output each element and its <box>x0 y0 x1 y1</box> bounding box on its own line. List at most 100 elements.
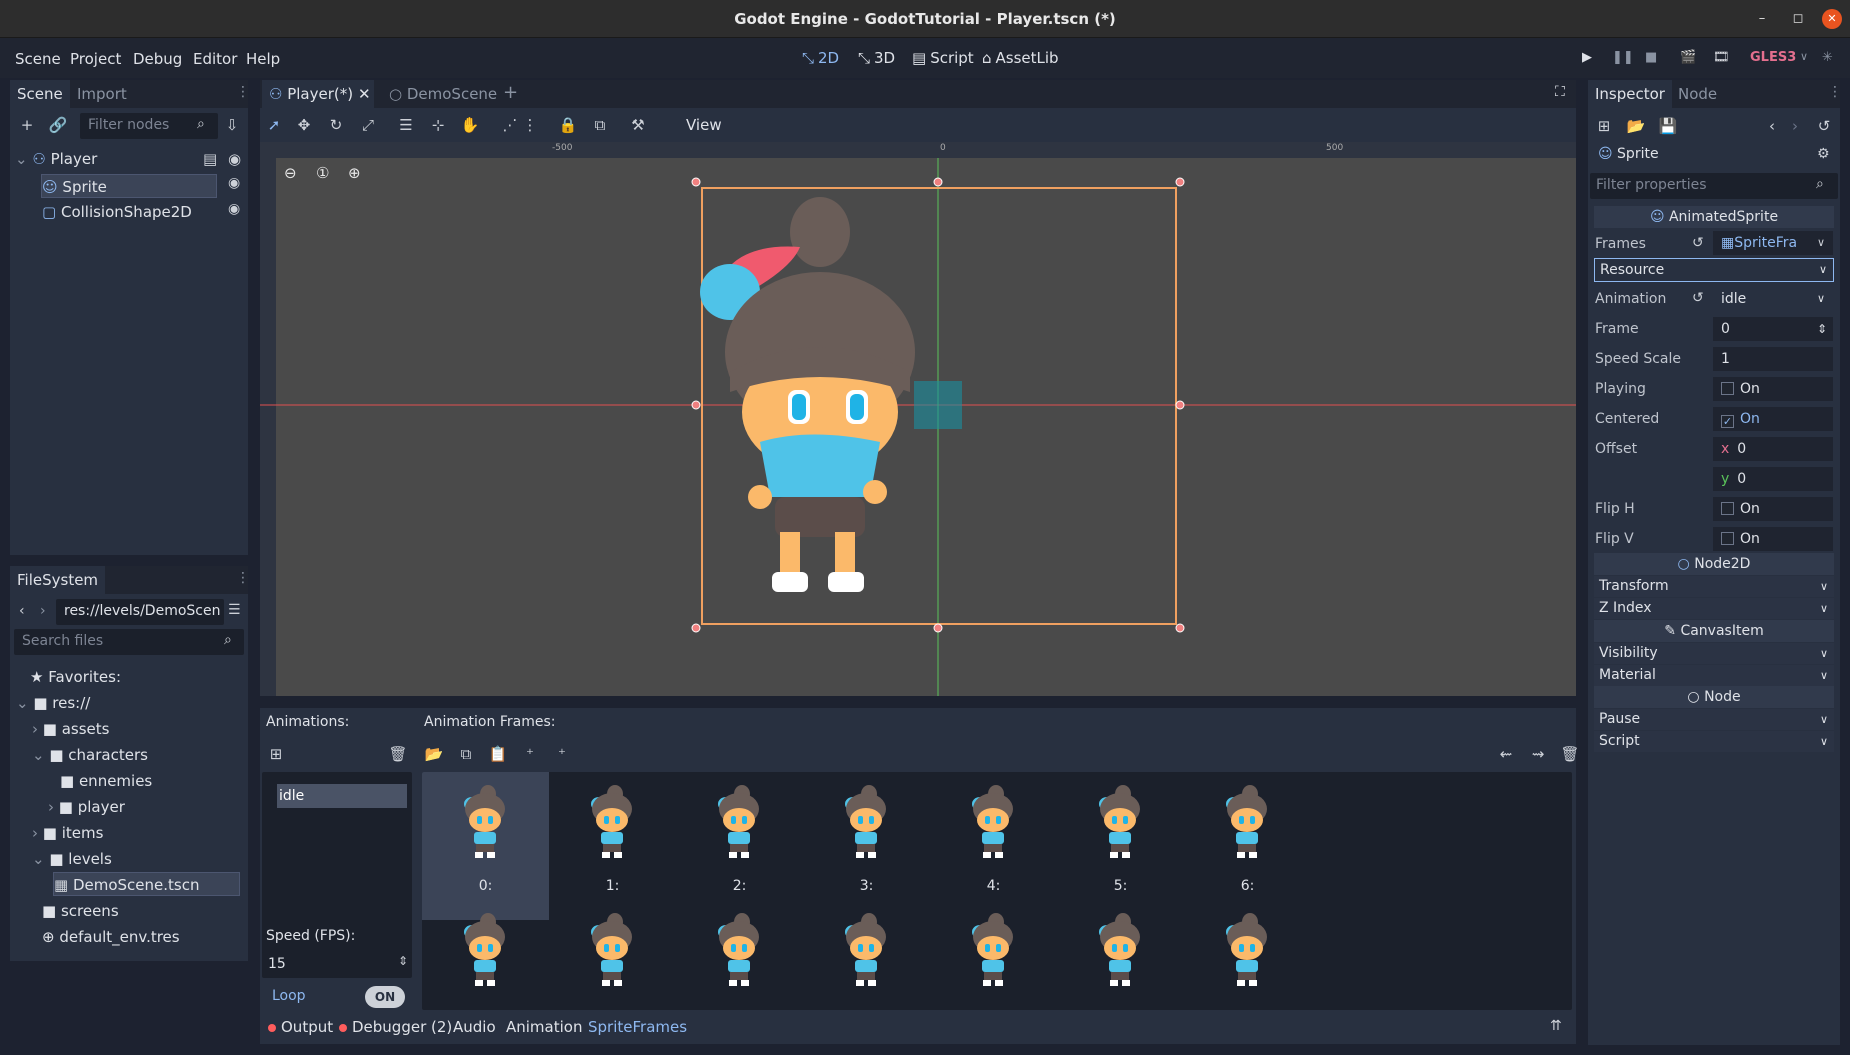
close-window-button[interactable]: ✕ <box>1822 9 1842 29</box>
fs-screens[interactable]: ■ screens <box>42 899 119 923</box>
loop-toggle[interactable]: ON <box>365 986 405 1008</box>
fs-res-root[interactable]: ⌄ ■ res:// <box>16 691 90 715</box>
path-field[interactable]: res://levels/DemoScen <box>56 599 224 625</box>
history-icon[interactable]: ↺ <box>1812 114 1836 138</box>
menu-scene[interactable]: Scene <box>15 50 61 68</box>
workspace-3d[interactable]: ⤡ 3D <box>858 49 895 67</box>
frames-resource-picker[interactable]: ▦SpriteFra ∨ <box>1713 231 1833 255</box>
fs-characters[interactable]: ⌄ ■ characters <box>32 743 148 767</box>
section-transform[interactable]: Transform ∨ <box>1594 576 1834 597</box>
animation-list[interactable]: idle <box>262 772 412 976</box>
add-node-icon[interactable]: + <box>15 113 39 137</box>
tab-scene[interactable]: Scene <box>10 80 70 108</box>
filter-nodes-input[interactable]: Filter nodes ⌕ <box>80 113 218 139</box>
menu-project[interactable]: Project <box>70 50 121 68</box>
section-z-index[interactable]: Z Index ∨ <box>1594 598 1834 619</box>
animation-item-idle[interactable]: idle <box>277 784 407 808</box>
select-mode-icon[interactable]: ➚ <box>262 113 286 137</box>
add-frame-before-icon[interactable]: ⁺ <box>518 742 542 766</box>
tree-node-sprite[interactable]: ☺ Sprite <box>41 174 217 198</box>
filter-properties-input[interactable]: Filter properties ⌕ <box>1590 173 1838 199</box>
revert-icon[interactable]: ↺ <box>1692 290 1704 306</box>
frame-cell[interactable]: 1: <box>549 772 676 920</box>
workspace-assetlib[interactable]: ⌂ AssetLib <box>982 49 1059 67</box>
renderer-select[interactable]: GLES3 <box>1750 50 1796 65</box>
frame-cell[interactable]: 4: <box>930 772 1057 920</box>
fs-player[interactable]: › ■ player <box>48 795 125 819</box>
load-resource-icon[interactable]: 📂 <box>1624 114 1648 138</box>
centered-checkbox[interactable]: ✓ On <box>1713 407 1833 431</box>
fs-items[interactable]: › ■ items <box>32 821 103 845</box>
copy-frame-icon[interactable]: ⧉ <box>454 742 478 766</box>
visibility-eye-icon[interactable]: ◉ <box>228 201 240 217</box>
snap-options-icon[interactable]: ⋮ <box>518 113 542 137</box>
group-icon[interactable]: ⧉ <box>588 113 612 137</box>
paste-frame-icon[interactable]: 📋 <box>486 742 510 766</box>
new-animation-icon[interactable]: ⊞ <box>264 742 288 766</box>
speed-scale-input[interactable]: 1 <box>1713 347 1833 371</box>
spinner-arrows-icon[interactable]: ⇕ <box>398 954 408 968</box>
offset-y-input[interactable]: y0 <box>1713 467 1833 491</box>
tab-inspector[interactable]: Inspector <box>1588 80 1672 108</box>
scale-mode-icon[interactable]: ⤢ <box>356 113 380 137</box>
fs-levels[interactable]: ⌄ ■ levels <box>32 847 112 871</box>
fs-favorites[interactable]: ★ Favorites: <box>30 665 121 689</box>
new-scene-tab-icon[interactable]: + <box>503 82 518 103</box>
pause-icon[interactable]: ❚❚ <box>1612 50 1634 65</box>
add-frame-after-icon[interactable]: ⁺ <box>550 742 574 766</box>
bottom-tab-spriteframes[interactable]: SpriteFrames <box>588 1018 687 1036</box>
fs-ennemies[interactable]: ■ ennemies <box>60 769 152 793</box>
flip-h-checkbox[interactable]: On <box>1713 497 1833 521</box>
tab-import[interactable]: Import <box>70 80 134 108</box>
move-frame-right-icon[interactable]: ⇝ <box>1526 742 1550 766</box>
flip-v-checkbox[interactable]: On <box>1713 527 1833 551</box>
pivot-mode-icon[interactable]: ⊹ <box>426 113 450 137</box>
move-mode-icon[interactable]: ✥ <box>292 113 316 137</box>
frame-cell[interactable] <box>676 900 803 1010</box>
maximize-button[interactable]: ◻ <box>1788 9 1808 29</box>
delete-frame-icon[interactable]: 🗑 <box>1558 742 1582 766</box>
bottom-tab-debugger[interactable]: Debugger (2) <box>339 1018 452 1036</box>
frame-cell[interactable]: 3: <box>803 772 930 920</box>
frame-cell[interactable]: 0: <box>422 772 549 920</box>
frame-input[interactable]: 0 ⇕ <box>1713 317 1833 341</box>
list-select-icon[interactable]: ☰ <box>394 113 418 137</box>
bottom-tab-audio[interactable]: Audio <box>453 1018 496 1036</box>
scene-tab-demoscene[interactable]: ○ DemoScene <box>382 80 504 108</box>
tree-node-player[interactable]: ⌄ ⚇ Player ▤ ◉ <box>15 147 243 171</box>
visibility-eye-icon[interactable]: ◉ <box>228 147 241 171</box>
save-resource-icon[interactable]: 💾 <box>1656 114 1680 138</box>
history-forward-icon[interactable]: › <box>1783 114 1807 138</box>
play-custom-scene-icon[interactable]: 🎞 <box>1713 50 1730 65</box>
menu-debug[interactable]: Debug <box>133 50 182 68</box>
frame-cell[interactable]: 2: <box>676 772 803 920</box>
menu-help[interactable]: Help <box>246 50 280 68</box>
frame-cell[interactable] <box>549 900 676 1010</box>
move-frame-left-icon[interactable]: ⇜ <box>1494 742 1518 766</box>
back-arrow-icon[interactable]: ‹ <box>19 603 25 619</box>
rotate-mode-icon[interactable]: ↻ <box>324 113 348 137</box>
play-icon[interactable]: ▶ <box>1582 50 1592 65</box>
frame-cell[interactable] <box>803 900 930 1010</box>
forward-arrow-icon[interactable]: › <box>40 603 46 619</box>
frame-cell[interactable] <box>1184 900 1311 1010</box>
frame-cell[interactable]: 6: <box>1184 772 1311 920</box>
speed-fps-input[interactable]: 15 ⇕ <box>262 952 412 978</box>
close-tab-icon[interactable]: ✕ <box>358 80 371 108</box>
animation-select[interactable]: idle ∨ <box>1713 287 1833 311</box>
dock-menu-icon[interactable]: ⋮ <box>236 570 250 586</box>
frame-cell[interactable] <box>1057 900 1184 1010</box>
playing-checkbox[interactable]: On <box>1713 377 1833 401</box>
section-pause[interactable]: Pause ∨ <box>1594 709 1834 730</box>
scene-tab-player[interactable]: ⚇ Player(*) ✕ <box>262 80 374 108</box>
offset-x-input[interactable]: x0 <box>1713 437 1833 461</box>
dock-menu-icon[interactable]: ⋮ <box>236 84 250 100</box>
bottom-tab-output[interactable]: Output <box>268 1018 333 1036</box>
fs-assets[interactable]: › ■ assets <box>32 717 109 741</box>
search-files-input[interactable]: Search files ⌕ <box>14 629 244 655</box>
fs-demoscene[interactable]: ▦ DemoScene.tscn <box>53 872 240 896</box>
lock-icon[interactable]: 🔒 <box>556 113 580 137</box>
pan-mode-icon[interactable]: ✋ <box>458 113 482 137</box>
link-icon[interactable]: 🔗 <box>46 113 70 137</box>
stop-icon[interactable]: ■ <box>1645 50 1657 65</box>
